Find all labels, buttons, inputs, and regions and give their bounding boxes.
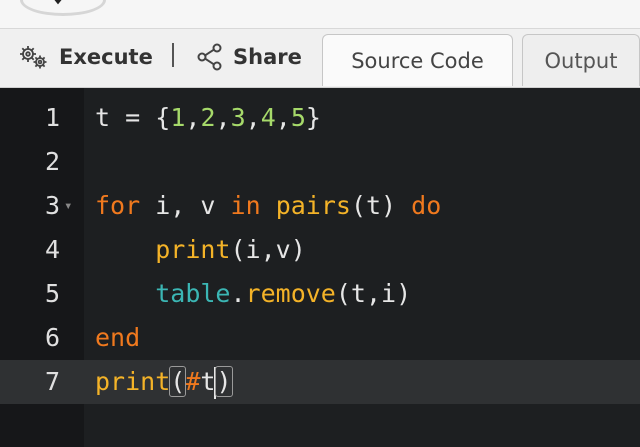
share-label: Share: [233, 45, 302, 69]
code-text: table.remove(t,i): [155, 279, 412, 308]
line-number: 1: [44, 103, 60, 132]
code-text: end: [95, 323, 141, 352]
code-line-5[interactable]: 5 table.remove(t,i): [0, 272, 640, 316]
code-text: t = {1,2,3,4,5}: [95, 103, 321, 132]
gears-icon: [20, 46, 47, 69]
code-line-3[interactable]: 3 ▾ for i, v in pairs(t) do: [0, 184, 640, 228]
share-nodes-icon: [197, 43, 222, 71]
code-line-4[interactable]: 4 print(i,v): [0, 228, 640, 272]
code-text: print(#t): [95, 360, 233, 404]
fold-arrow-icon[interactable]: ▾: [64, 184, 72, 228]
tab-output[interactable]: Output: [522, 34, 640, 86]
execute-label: Execute: [59, 45, 153, 69]
tab-source-code[interactable]: Source Code: [322, 34, 513, 86]
line-number: 6: [44, 323, 60, 352]
tab-source-code-label: Source Code: [351, 48, 484, 73]
top-strip: [0, 0, 640, 29]
code-text: print(i,v): [155, 235, 306, 264]
code-line-2[interactable]: 2: [0, 140, 640, 184]
line-number: 5: [44, 279, 60, 308]
line-number: 2: [44, 147, 60, 176]
code-line-6[interactable]: 6 end: [0, 316, 640, 360]
line-number: 3: [44, 191, 60, 220]
code-text: for i, v in pairs(t) do: [95, 191, 442, 220]
share-button[interactable]: Share: [196, 41, 302, 73]
toolbar: Execute Share Source Code Output: [0, 29, 640, 88]
toolbar-separator: [172, 43, 174, 67]
execute-button[interactable]: Execute: [18, 41, 153, 73]
tab-output-label: Output: [544, 48, 618, 73]
line-number: 7: [44, 367, 60, 396]
code-line-7[interactable]: 7 print(#t): [0, 360, 640, 404]
code-line-1[interactable]: 1 t = {1,2,3,4,5}: [0, 96, 640, 140]
logo-chevron-icon: [54, 0, 62, 5]
code-editor[interactable]: 1 t = {1,2,3,4,5} 2 3 ▾ for i, v in pair…: [0, 88, 640, 447]
line-number: 4: [44, 235, 60, 264]
